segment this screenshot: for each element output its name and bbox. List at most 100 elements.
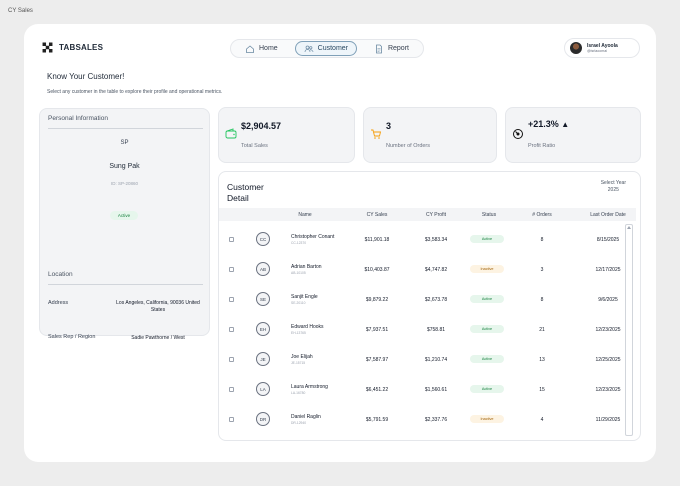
users-icon xyxy=(304,45,314,52)
home-icon xyxy=(246,44,254,53)
customer-id: AB-10105 xyxy=(291,271,306,275)
profit-ratio-label: Profit Ratio xyxy=(528,143,556,149)
table-row[interactable]: LA Laura Armstrong LA-16780 $6,451.22 $1,560… xyxy=(219,374,629,404)
window-caption: CY Sales xyxy=(8,8,33,14)
customer-name: Daniel Raglin xyxy=(291,414,321,420)
orders-cell: 13 xyxy=(539,357,545,363)
column-header-orders[interactable]: # Orders xyxy=(532,212,551,218)
profile-id: ID: SP-20860 xyxy=(110,181,138,186)
column-header-status[interactable]: Status xyxy=(482,212,496,218)
top-nav: Home Customer Report xyxy=(230,39,424,58)
row-checkbox[interactable] xyxy=(229,327,234,332)
cy-sales-cell: $9,879.22 xyxy=(365,297,389,303)
customer-name: Edward Hooks xyxy=(291,324,324,330)
table-row[interactable]: SE Sanjit Engle SE-20110 $9,879.22 $2,673.78… xyxy=(219,284,629,314)
table-row[interactable]: CC Christopher Conant CC-12370 $11,901.18 $3… xyxy=(219,224,629,254)
table-scrollbar[interactable] xyxy=(625,224,633,436)
customer-id: CC-12370 xyxy=(291,241,307,245)
last-order-date-cell: 9/6/2025 xyxy=(598,297,618,303)
customer-initials-badge: JE xyxy=(256,352,270,366)
customer-initials-badge: SE xyxy=(256,292,270,306)
year-select[interactable]: Select Year 2025 xyxy=(601,180,626,194)
orders-value: 3 xyxy=(386,121,392,131)
page-title: Know Your Customer! xyxy=(47,72,125,81)
orders-card: 3 Number of Orders xyxy=(363,107,497,163)
customer-id: LA-16780 xyxy=(291,391,306,395)
address-label: Address xyxy=(48,300,69,306)
last-order-date-cell: 8/15/2025 xyxy=(596,237,620,243)
divider xyxy=(48,128,203,129)
row-checkbox[interactable] xyxy=(229,267,234,272)
cy-sales-cell: $7,587.97 xyxy=(365,357,389,363)
page-subtitle: Select any customer in the table to expl… xyxy=(47,89,223,95)
sales-rep-value: Sadie Pawthorne / West xyxy=(131,335,185,341)
user-profile-chip[interactable]: Israel Ayoola @isrlaoomai xyxy=(564,38,640,58)
year-select-value: 2025 xyxy=(607,187,619,193)
profile-initials: SP xyxy=(120,140,129,146)
customer-initials-badge: DR xyxy=(256,412,270,426)
customer-detail-title: Customer Detail xyxy=(227,182,264,204)
cy-sales-cell: $10,403.87 xyxy=(364,267,390,273)
nav-report[interactable]: Report xyxy=(366,41,417,56)
nav-customer-label: Customer xyxy=(317,45,348,52)
cy-sales-cell: $5,791.59 xyxy=(365,417,389,423)
customer-name: Sanjit Engle xyxy=(291,294,318,300)
customer-detail-title-text: Customer Detail xyxy=(227,182,264,203)
year-select-label: Select Year xyxy=(600,180,626,186)
table-row[interactable]: AB Adrian Barton AB-10105 $10,403.87 $4,747.… xyxy=(219,254,629,284)
orders-cell: 15 xyxy=(539,387,545,393)
nav-home[interactable]: Home xyxy=(237,41,286,56)
status-badge: Inactive xyxy=(470,415,504,423)
row-checkbox[interactable] xyxy=(229,237,234,242)
customer-initials-badge: CC xyxy=(256,232,270,246)
column-header-cy-profit[interactable]: CY Profit xyxy=(426,212,446,218)
column-header-last-order-date[interactable]: Last Order Date xyxy=(590,212,626,218)
customer-detail-card: Customer Detail Select Year 2025 Name CY… xyxy=(218,171,641,441)
customer-profile-panel: Personal Information SP Sung Pak ID: SP-… xyxy=(39,108,210,341)
orders-cell: 8 xyxy=(540,297,544,303)
brand[interactable]: TABSALES xyxy=(42,42,103,53)
status-badge: Active xyxy=(470,295,504,303)
last-order-date-cell: 12/23/2025 xyxy=(595,387,621,393)
status-badge: Active xyxy=(110,211,138,220)
orders-cell: 4 xyxy=(540,417,544,423)
dashboard-card: TABSALES Home Customer Report Israel Ayo… xyxy=(24,24,656,462)
total-sales-value: $2,904.57 xyxy=(241,121,282,131)
customer-name: Adrian Barton xyxy=(291,264,322,270)
customer-initials-badge: AB xyxy=(256,262,270,276)
last-order-date-cell: 11/29/2025 xyxy=(595,417,621,423)
row-checkbox[interactable] xyxy=(229,357,234,362)
orders-cell: 3 xyxy=(540,267,544,273)
scroll-up-icon[interactable] xyxy=(627,226,631,229)
cy-profit-cell: $3,583.34 xyxy=(424,237,448,243)
profile-name: Sung Pak xyxy=(109,163,140,170)
cy-profit-cell: $4,747.82 xyxy=(424,267,448,273)
triangle-up-icon: ▲ xyxy=(561,120,570,129)
status-badge: Inactive xyxy=(470,265,504,273)
table-row[interactable]: JE Joe Elijah JE-15715 $7,587.97 $1,210.74 Ac… xyxy=(219,344,629,374)
nav-report-label: Report xyxy=(387,45,409,52)
table-row[interactable]: DR Daniel Raglin DR-12940 $5,791.59 $2,337.7… xyxy=(219,404,629,434)
cy-profit-cell: $758.81 xyxy=(426,327,446,333)
row-checkbox[interactable] xyxy=(229,297,234,302)
last-order-date-cell: 12/17/2025 xyxy=(595,267,621,273)
profit-ratio-value: +21.3% ▲ xyxy=(528,119,569,129)
column-header-name[interactable]: Name xyxy=(298,212,311,218)
customer-id: EH-13765 xyxy=(291,331,306,335)
row-checkbox[interactable] xyxy=(229,417,234,422)
cy-profit-cell: $2,337.76 xyxy=(424,417,448,423)
column-header-cy-sales[interactable]: CY Sales xyxy=(367,212,388,218)
customer-id: DR-12940 xyxy=(291,421,307,425)
row-checkbox[interactable] xyxy=(229,387,234,392)
nav-customer[interactable]: Customer xyxy=(294,41,357,56)
total-sales-label: Total Sales xyxy=(241,143,268,149)
cy-sales-cell: $6,451.22 xyxy=(365,387,389,393)
customer-name: Joe Elijah xyxy=(291,354,313,360)
status-badge: Active xyxy=(470,235,504,243)
table-row[interactable]: EH Edward Hooks EH-13765 $7,937.51 $758.81 Ac… xyxy=(219,314,629,344)
personal-info-title: Personal Information xyxy=(48,115,108,122)
brand-name: TABSALES xyxy=(59,43,104,52)
customer-initials-badge: EH xyxy=(256,322,270,336)
cy-sales-cell: $11,901.18 xyxy=(364,237,390,243)
status-badge: Active xyxy=(470,385,504,393)
